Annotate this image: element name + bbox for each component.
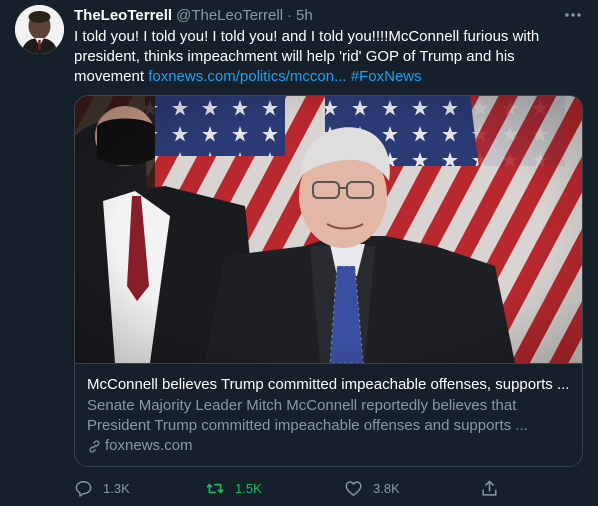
- tweet-content: TheLeoTerrell @TheLeoTerrell · 5h I told…: [74, 6, 584, 87]
- like-count: 3.8K: [373, 480, 400, 496]
- avatar-image: [15, 5, 64, 54]
- reply-icon: [75, 480, 92, 497]
- share-icon: [482, 480, 497, 496]
- avatar[interactable]: [15, 5, 64, 54]
- like-button[interactable]: 3.8K: [344, 478, 400, 498]
- tweet-header: TheLeoTerrell @TheLeoTerrell · 5h: [74, 6, 584, 26]
- more-options-button[interactable]: [563, 8, 583, 22]
- reply-count: 1.3K: [103, 480, 130, 496]
- share-button[interactable]: [480, 478, 499, 498]
- tweet-text: I told you! I told you! I told you! and …: [74, 27, 579, 87]
- separator-dot: ·: [287, 7, 293, 24]
- card-description: Senate Majority Leader Mitch McConnell r…: [87, 397, 528, 434]
- author-display-name[interactable]: TheLeoTerrell: [74, 6, 172, 26]
- tweet[interactable]: TheLeoTerrell @TheLeoTerrell · 5h I told…: [0, 0, 598, 506]
- heart-icon: [345, 480, 362, 496]
- card-title: McConnell believes Trump committed impea…: [87, 376, 570, 393]
- more-icon: [565, 13, 581, 17]
- author-handle[interactable]: @TheLeoTerrell: [176, 6, 283, 26]
- tweet-timestamp[interactable]: 5h: [296, 6, 313, 26]
- link-preview-card[interactable]: McConnell believes Trump committed impea…: [74, 95, 583, 467]
- card-domain: foxnews.com: [87, 436, 570, 456]
- reply-button[interactable]: 1.3K: [74, 478, 130, 498]
- tweet-link[interactable]: foxnews.com/politics/mccon...: [148, 68, 346, 85]
- tweet-hashtag[interactable]: #FoxNews: [351, 68, 422, 85]
- card-image: [75, 96, 582, 363]
- retweet-button[interactable]: 1.5K: [205, 478, 262, 498]
- card-domain-text: foxnews.com: [105, 437, 193, 454]
- retweet-count: 1.5K: [235, 480, 262, 496]
- retweet-icon: [206, 483, 224, 493]
- card-info: McConnell believes Trump committed impea…: [75, 363, 582, 466]
- card-photo: [75, 96, 582, 363]
- tweet-actions: 1.3K 1.5K 3.8K: [74, 478, 584, 498]
- link-icon: [87, 439, 102, 454]
